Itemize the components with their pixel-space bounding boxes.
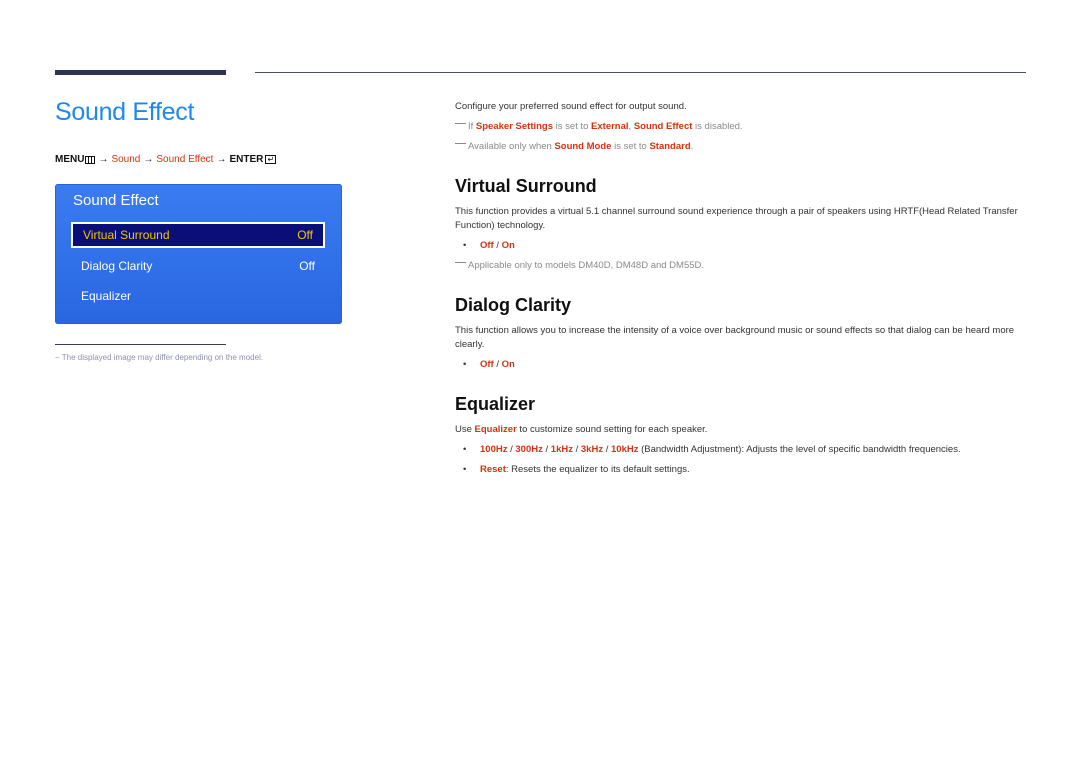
note-text: is set to bbox=[553, 121, 592, 132]
osd-menu-panel: Sound Effect Virtual Surround Off Dialog… bbox=[55, 184, 342, 324]
osd-item-equalizer[interactable]: Equalizer bbox=[71, 283, 325, 309]
note-text: is set to bbox=[611, 141, 650, 152]
menu-icon bbox=[85, 155, 96, 164]
arrow-icon: → bbox=[98, 154, 109, 165]
osd-item-dialog-clarity[interactable]: Dialog Clarity Off bbox=[71, 253, 325, 279]
band-1khz: 1kHz bbox=[550, 444, 573, 455]
menu-path: MENU → Sound → Sound Effect → ENTER ↵ bbox=[55, 154, 277, 165]
option-on: On bbox=[501, 240, 515, 251]
osd-item-value: Off bbox=[297, 228, 313, 242]
footnote-text: The displayed image may differ depending… bbox=[61, 353, 264, 362]
enter-label: ENTER bbox=[229, 154, 264, 165]
option-on: On bbox=[501, 359, 515, 370]
bullet-icon: • bbox=[463, 359, 467, 370]
osd-item-label: Virtual Surround bbox=[83, 228, 170, 242]
note-speaker-settings: If Speaker Settings is set to External, … bbox=[455, 120, 1025, 134]
page-title: Sound Effect bbox=[55, 98, 195, 126]
equalizer-body: Use Equalizer to customize sound setting… bbox=[455, 423, 1025, 437]
band-separator: / bbox=[603, 444, 611, 455]
band-300hz: 300Hz bbox=[515, 444, 543, 455]
dialog-clarity-body: This function allows you to increase the… bbox=[455, 325, 1015, 350]
intro-text: Configure your preferred sound effect fo… bbox=[455, 101, 687, 112]
osd-title: Sound Effect bbox=[73, 192, 159, 209]
keyword-speaker-settings: Speaker Settings bbox=[475, 121, 554, 132]
bands-description: (Bandwidth Adjustment): Adjusts the leve… bbox=[638, 444, 961, 455]
note-applicable-models: Applicable only to models DM40D, DM48D a… bbox=[455, 259, 1025, 273]
keyword-external: External bbox=[591, 121, 629, 132]
virtual-surround-body: This function provides a virtual 5.1 cha… bbox=[455, 206, 1018, 231]
menu-step-sound: Sound bbox=[111, 154, 141, 165]
menu-label: MENU bbox=[55, 154, 85, 165]
dialog-clarity-options: • Off / On bbox=[455, 358, 1025, 372]
header-rule-thick bbox=[55, 70, 226, 75]
band-3khz: 3kHz bbox=[580, 444, 604, 455]
note-text: Applicable only to models DM40D, DM48D a… bbox=[468, 260, 705, 271]
equalizer-reset-item: • Reset: Resets the equalizer to its def… bbox=[455, 463, 1025, 477]
band-separator: / bbox=[572, 444, 581, 455]
heading-equalizer: Equalizer bbox=[455, 394, 536, 414]
menu-step-sound-effect: Sound Effect bbox=[156, 154, 214, 165]
option-separator: / bbox=[493, 359, 502, 370]
keyword-sound-effect: Sound Effect bbox=[633, 121, 693, 132]
body-text: to customize sound setting for each spea… bbox=[516, 424, 708, 435]
keyword-sound-mode: Sound Mode bbox=[554, 141, 612, 152]
osd-item-label: Dialog Clarity bbox=[81, 259, 153, 273]
content-column: Configure your preferred sound effect fo… bbox=[455, 100, 1025, 477]
arrow-icon: → bbox=[216, 154, 227, 165]
reset-description: : Resets the equalizer to its default se… bbox=[505, 464, 690, 475]
note-text: If bbox=[468, 121, 476, 132]
bullet-icon: • bbox=[463, 444, 467, 455]
enter-icon: ↵ bbox=[265, 155, 277, 164]
keyword-reset: Reset bbox=[480, 464, 506, 475]
note-dash-icon bbox=[455, 123, 466, 124]
option-separator: / bbox=[493, 240, 502, 251]
osd-item-value: Off bbox=[299, 259, 315, 273]
header-rule-thin bbox=[255, 72, 1026, 73]
note-dash-icon bbox=[455, 143, 466, 144]
virtual-surround-options: • Off / On bbox=[455, 239, 1025, 253]
arrow-icon: → bbox=[143, 154, 154, 165]
heading-dialog-clarity: Dialog Clarity bbox=[455, 295, 572, 315]
footnote: − The displayed image may differ dependi… bbox=[55, 353, 264, 362]
osd-item-label: Equalizer bbox=[81, 289, 132, 303]
footnote-divider bbox=[55, 344, 226, 345]
option-off: Off bbox=[480, 359, 494, 370]
note-text: Available only when bbox=[468, 141, 555, 152]
note-dash-icon bbox=[455, 262, 466, 263]
bullet-icon: • bbox=[463, 464, 467, 475]
body-text: Use bbox=[455, 424, 475, 435]
note-text: . bbox=[690, 141, 694, 152]
bullet-icon: • bbox=[463, 240, 467, 251]
keyword-equalizer: Equalizer bbox=[474, 424, 517, 435]
band-separator: / bbox=[542, 444, 551, 455]
note-sound-mode: Available only when Sound Mode is set to… bbox=[455, 140, 1025, 154]
note-text: is disabled. bbox=[692, 121, 743, 132]
keyword-standard: Standard bbox=[649, 141, 691, 152]
option-off: Off bbox=[480, 240, 494, 251]
equalizer-bands-item: • 100Hz / 300Hz / 1kHz / 3kHz / 10kHz (B… bbox=[455, 443, 1025, 457]
osd-item-virtual-surround[interactable]: Virtual Surround Off bbox=[71, 222, 325, 248]
band-10khz: 10kHz bbox=[611, 444, 639, 455]
band-100hz: 100Hz bbox=[480, 444, 508, 455]
heading-virtual-surround: Virtual Surround bbox=[455, 176, 597, 196]
